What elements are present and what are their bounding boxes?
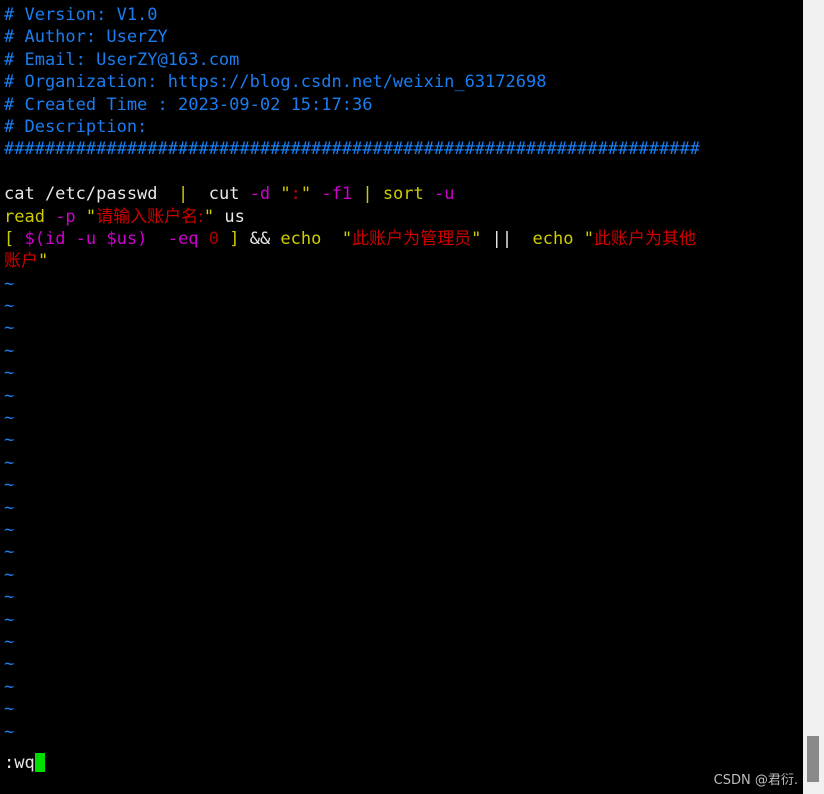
empty-line-tilde: ~ (4, 296, 15, 317)
empty-line-tilde: ~ (4, 609, 15, 630)
comment-text: # Author: UserZY (4, 27, 168, 48)
empty-line-tilde: ~ (4, 699, 15, 720)
comment-text: # Version: V1.0 (4, 5, 158, 25)
code-line-comment-organization: # Organization: https://blog.csdn.net/we… (4, 71, 800, 93)
flag-u: -u (434, 184, 455, 205)
quote-open: " (341, 228, 353, 249)
vertical-scrollbar[interactable] (803, 0, 824, 794)
code-line-comment-created-time: # Created Time : 2023-09-02 15:17:36 (4, 94, 800, 116)
empty-line-tilde: ~ (4, 497, 15, 518)
string-other-chinese-cont: 账户 (4, 251, 38, 272)
code-line-comment-author: # Author: UserZY (4, 26, 800, 48)
code-line-comment-description: # Description: (4, 116, 800, 138)
empty-line-tilde: ~ (4, 475, 15, 496)
quote-close: " (203, 206, 215, 227)
empty-line-tilde: ~ (4, 721, 15, 742)
var-us: us (214, 206, 245, 227)
number-zero: 0 (208, 228, 219, 249)
empty-line-tilde: ~ (4, 408, 15, 429)
pipe-operator: | (178, 184, 189, 205)
csdn-watermark: CSDN @君衍. (713, 773, 798, 788)
code-line-comment-separator: ########################################… (4, 138, 800, 160)
empty-line-tilde: ~ (4, 631, 15, 652)
flag-p: -p (55, 206, 86, 227)
empty-line-tilde: ~ (4, 363, 15, 384)
operator-eq: -eq (147, 228, 209, 249)
cmd-sort: sort (382, 184, 434, 205)
code-line-comment-email: # Email: UserZY@163.com (4, 49, 800, 71)
quote-close: " (300, 184, 312, 205)
bracket-open: [ (4, 228, 25, 249)
flag-f1: -f1 (311, 184, 353, 205)
vim-command-line[interactable]: :wq (4, 752, 45, 774)
string-other-chinese: 此账户为其他 (593, 228, 696, 249)
comment-text: # Organization: https://blog.csdn.net/we… (4, 72, 547, 93)
scrollbar-thumb[interactable] (807, 736, 819, 782)
operator-and: && (239, 228, 281, 249)
cmd-cut: cut (188, 184, 250, 205)
empty-line-tilde: ~ (4, 385, 15, 406)
comment-text: # Created Time : 2023-09-02 15:17:36 (4, 94, 373, 115)
comment-separator-text: ########################################… (4, 139, 700, 160)
bracket-close: ] (218, 228, 240, 249)
quote-open-2: " (583, 228, 594, 249)
code-line-read-prompt: read -p "请输入账户名:" us (4, 206, 800, 228)
string-prompt-chinese: 请输入账户名: (96, 206, 204, 227)
code-line-wrapped-continuation: 账户" (4, 250, 800, 272)
empty-line-tilde: ~ (4, 564, 15, 585)
empty-line-tilde: ~ (4, 519, 15, 540)
quote-close-2: " (38, 251, 49, 272)
quote-open: " (280, 184, 291, 205)
cmd-echo-2: echo (522, 228, 584, 249)
quote-close: " (471, 228, 482, 249)
vim-terminal-window: # Version: V1.0 # Author: UserZY # Email… (0, 0, 824, 794)
code-line-comment-version: # Version: V1.0 (4, 4, 800, 26)
flag-d: -d (249, 184, 281, 205)
operator-or: || (481, 228, 523, 249)
empty-line-tilde: ~ (4, 676, 15, 697)
code-line-cat-passwd: cat /etc/passwd | cut -d ":" -f1 | sort … (4, 183, 800, 205)
empty-line-tilde: ~ (4, 430, 15, 451)
comment-text: # Email: UserZY@163.com (4, 49, 240, 70)
comment-text: # Description: (4, 116, 148, 137)
empty-line-tilde: ~ (4, 318, 15, 339)
code-line-test-admin: [ $(id -u $us) -eq 0 ] && echo "此账户为管理员"… (4, 228, 800, 250)
text-cursor (34, 753, 45, 772)
cmd-echo-1: echo (280, 228, 322, 249)
empty-line-tilde: ~ (4, 340, 15, 361)
vim-empty-line-markers: ~ ~ ~ ~ ~ ~ ~ ~ ~ ~ ~ ~ ~ ~ ~ ~ ~ ~ ~ ~ ~ (4, 273, 800, 743)
pipe-operator-2: | (352, 184, 383, 205)
vim-text-buffer[interactable]: # Version: V1.0 # Author: UserZY # Email… (0, 0, 800, 743)
empty-line-tilde: ~ (4, 273, 15, 294)
string-admin-chinese: 此账户为管理员 (352, 228, 472, 249)
empty-line-tilde: ~ (4, 542, 15, 563)
subshell-id-command: $(id -u $us) (24, 228, 148, 249)
empty-line-tilde: ~ (4, 654, 15, 675)
empty-line-tilde: ~ (4, 452, 15, 473)
cmd-cat: cat /etc/passwd (4, 184, 178, 205)
cmd-read: read (4, 206, 56, 227)
command-line-text: :wq (4, 753, 35, 773)
empty-line-tilde: ~ (4, 587, 15, 608)
quote-open: " (85, 206, 97, 227)
string-colon: : (290, 184, 301, 205)
